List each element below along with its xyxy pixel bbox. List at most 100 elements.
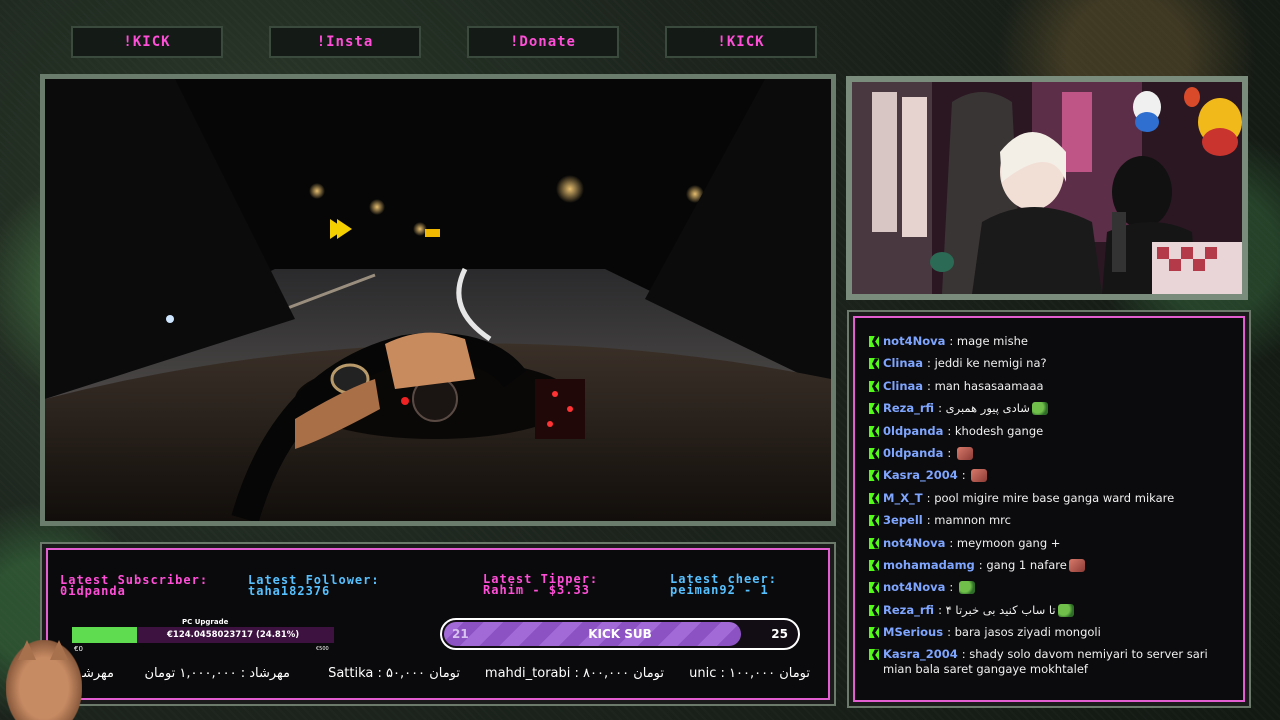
chat-username[interactable]: Clinaa [883,379,923,393]
chat-message-body: M_X_T: pool migire mire base ganga ward … [883,491,1174,506]
chat-username[interactable]: M_X_T [883,491,923,505]
kick-badge-icon [869,470,879,482]
donation-goal-bar: €124.0458023717 (24.81%) [72,627,334,643]
ticker-item: unic : ۱۰۰,۰۰۰ تومان [689,666,810,681]
frog-emote-icon [958,581,975,595]
ticker-item: مهرشاد : ۱,۰۰۰,۰۰۰ تومان [144,666,290,681]
chat-text: mamnon mrc [934,513,1011,528]
emote-icon [956,446,973,460]
chat-message: not4Nova: meymoon gang + [869,536,1231,551]
chat-message: Kasra_2004: shady solo davom nemiyari to… [869,647,1231,677]
latest-follower-value: taha182376 [248,584,331,598]
chat-message: MSerious: bara jasos ziyadi mongoli [869,625,1231,640]
chat-message-body: Clinaa: man hasasaamaaa [883,379,1044,394]
kick-badge-icon [869,627,879,639]
sub-goal-target: 25 [771,627,788,641]
kick-badge-icon [869,336,879,347]
kick-badge-icon [869,425,879,437]
chat-message-body: Reza_rfi: تا ساب کنید بی خبرتا ۴ [883,603,1074,618]
chat-text: bara jasos ziyadi mongoli [954,625,1101,640]
chat-text: man hasasaamaaa [934,378,1044,393]
chat-text: gang 1 nafare [986,557,1067,572]
chat-message: not4Nova: [869,580,1231,595]
chat-message-body: Clinaa: jeddi ke nemigi na? [883,356,1047,371]
chat-message: not4Nova: mage mishe [869,334,1231,349]
kick-badge-icon [869,559,879,571]
chat-separator: : [947,625,955,640]
kick-badge-icon [869,380,879,392]
chat-username[interactable]: MSerious [883,625,943,639]
chat-message-body: mohamadamg: gang 1 nafare [883,558,1085,573]
chat-username[interactable]: Clinaa [883,356,923,370]
ticker-item: mahdi_torabi : ۸۰۰,۰۰۰ تومان [484,666,664,681]
ticker-item: مهرشا [82,666,114,681]
chat-message-body: 0ldpanda: [883,446,973,461]
chat-message: Clinaa: man hasasaamaaa [869,379,1231,394]
chat-separator: : [961,468,970,483]
kick-badge-icon [869,492,879,504]
sub-goal-bar: 21 KICK SUB 25 [440,618,800,650]
chat-separator: : [949,334,957,348]
kick-badge-icon [869,358,879,370]
main-video-feed [40,74,836,526]
chat-username[interactable]: not4Nova [883,334,945,348]
latest-tipper-value: Rahim - $3.33 [483,583,590,597]
chat-separator: : [938,401,946,416]
cat-sticker-image [6,640,82,720]
donation-ticker: unic : ۱۰۰,۰۰۰ تومان mahdi_torabi : ۸۰۰,… [82,666,822,684]
chat-username[interactable]: 0ldpanda [883,446,943,460]
kick-badge-icon [869,403,879,415]
chat-text: meymoon gang + [956,535,1061,550]
chat-username[interactable]: Reza_rfi [883,401,934,415]
chat-message: 3epell: mamnon mrc [869,513,1231,528]
chat-text: تا ساب کنید بی خبرتا ۴ [945,602,1056,617]
chat-separator: : [938,602,946,617]
chat-text: شادی پیور همبری [945,401,1030,416]
chat-message-body: 3epell: mamnon mrc [883,513,1011,528]
chat-separator: : [927,356,935,371]
streamer-room-scene [852,82,1242,294]
latest-subscriber-value: 0idpanda [60,584,126,598]
chat-message: M_X_T: pool migire mire base ganga ward … [869,491,1231,506]
chat-message-body: not4Nova: mage mishe [883,334,1028,349]
emote-icon [1068,558,1085,572]
chat-message-body: not4Nova: [883,580,975,595]
kick-badge-icon [869,582,879,594]
chat-text: pool migire mire base ganga ward mikare [934,490,1175,505]
chat-username[interactable]: 3epell [883,513,923,527]
donation-goal-max: €500 [316,646,329,652]
chat-text: jeddi ke nemigi na? [934,356,1047,371]
kick-command-button-2[interactable]: !KICK [665,26,817,58]
chat-text: khodesh gange [954,423,1044,438]
donation-goal-text: €124.0458023717 (24.81%) [167,630,300,640]
chat-panel: not4Nova: mage mishe Clinaa: jeddi ke nem… [853,316,1245,702]
insta-command-button[interactable]: !Insta [269,26,421,58]
donate-command-button[interactable]: !Donate [467,26,619,58]
chat-text: mage mishe [956,334,1028,348]
chat-separator: : [947,423,955,438]
chat-username[interactable]: not4Nova [883,536,945,550]
chat-message-body: not4Nova: meymoon gang + [883,536,1060,551]
chat-message: mohamadamg: gang 1 nafare [869,558,1231,573]
kick-badge-icon [869,515,879,527]
chat-message: Reza_rfi: تا ساب کنید بی خبرتا ۴ [869,603,1231,618]
chat-message-body: Reza_rfi: شادی پیور همبری [883,401,1048,416]
chat-username[interactable]: mohamadamg [883,558,975,572]
chat-separator: : [949,535,957,550]
kick-badge-icon [869,447,879,459]
chat-username[interactable]: not4Nova [883,580,945,594]
ticker-item: Sattika : ۵۰,۰۰۰ تومان [328,666,460,681]
chat-username[interactable]: Kasra_2004 [883,468,958,482]
chat-message-body: MSerious: bara jasos ziyadi mongoli [883,625,1101,640]
emote-icon [971,469,988,483]
frog-emote-icon [1031,402,1048,416]
kick-command-button[interactable]: !KICK [71,26,223,58]
stream-info-panel: Latest Subscriber: 0idpanda Latest Follo… [46,548,830,700]
chat-separator: : [947,445,955,460]
chat-username[interactable]: 0ldpanda [883,424,943,438]
chat-message-body: 0ldpanda: khodesh gange [883,424,1043,439]
sub-goal-label: KICK SUB [588,627,652,641]
chat-username[interactable]: Kasra_2004 [883,647,958,661]
chat-username[interactable]: Reza_rfi [883,603,934,617]
latest-cheer-value: peiman92 - 1 [670,583,769,597]
